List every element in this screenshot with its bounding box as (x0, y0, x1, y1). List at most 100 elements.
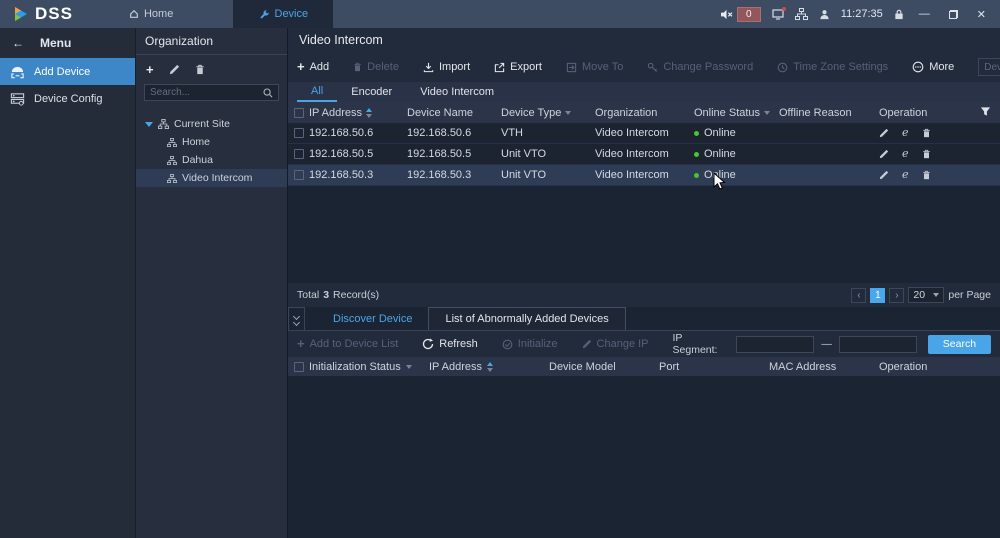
ip-segment-end-input[interactable] (839, 336, 917, 353)
tab-device-label: Device (275, 8, 309, 20)
web-config-icon[interactable]: e (902, 149, 909, 159)
row-checkbox[interactable] (294, 149, 304, 159)
search-icon[interactable] (263, 88, 273, 98)
col-offline-reason[interactable]: Offline Reason (779, 107, 879, 119)
select-all-checkbox[interactable] (294, 108, 304, 118)
row-checkbox[interactable] (294, 170, 304, 180)
cell-status: Online (694, 148, 779, 160)
mouse-cursor (713, 172, 726, 191)
delete-org-icon[interactable] (195, 64, 205, 75)
org-search-input[interactable] (150, 87, 263, 98)
delete-button[interactable]: Delete (353, 61, 399, 73)
col-initialization-status[interactable]: Initialization Status (309, 361, 429, 373)
filter-caret-icon[interactable] (764, 111, 770, 115)
table-row[interactable]: 192.168.50.6 192.168.50.6 VTH Video Inte… (288, 123, 1000, 144)
sort-icon[interactable] (487, 362, 493, 372)
event-monitor-icon[interactable] (772, 9, 784, 20)
expand-caret-icon[interactable] (145, 122, 153, 127)
col-online-status[interactable]: Online Status (694, 107, 779, 119)
edit-org-icon[interactable] (169, 64, 180, 75)
minimize-button[interactable]: — (915, 8, 934, 20)
tree-node-home[interactable]: Home (136, 133, 287, 151)
ip-segment-start-input[interactable] (736, 336, 814, 353)
col-operation[interactable]: Operation (879, 361, 1000, 373)
collapse-panel-button[interactable] (288, 307, 305, 330)
edit-icon[interactable] (879, 149, 889, 159)
mute-indicator[interactable]: 0 (720, 7, 761, 22)
tree-node-dahua[interactable]: Dahua (136, 151, 287, 169)
close-button[interactable]: ✕ (973, 8, 990, 21)
col-organization[interactable]: Organization (595, 107, 694, 119)
restore-button[interactable] (945, 10, 962, 19)
col-ip-address[interactable]: IP Address (429, 361, 549, 373)
tab-home[interactable]: Home (115, 0, 187, 28)
import-button[interactable]: Import (423, 61, 470, 73)
device-search-input[interactable] (984, 62, 1000, 73)
add-button[interactable]: + Add (297, 61, 329, 73)
tree-node-video-intercom[interactable]: Video Intercom (136, 169, 287, 187)
tree-node-current-site[interactable]: Current Site (136, 115, 287, 133)
initialize-button[interactable]: Initialize (502, 338, 558, 350)
add-label: Add (310, 61, 330, 73)
page-size-select[interactable]: 20 (908, 287, 944, 303)
select-all-checkbox[interactable] (294, 362, 304, 372)
col-device-type[interactable]: Device Type (501, 107, 595, 119)
col-device-name[interactable]: Device Name (407, 107, 501, 119)
tab-encoder[interactable]: Encoder (337, 82, 406, 102)
sitemap-icon[interactable] (795, 8, 808, 20)
current-page-button[interactable]: 1 (870, 288, 885, 303)
prev-page-button[interactable]: ‹ (851, 288, 866, 303)
row-checkbox[interactable] (294, 128, 304, 138)
change-ip-button[interactable]: Change IP (582, 338, 649, 350)
web-config-icon[interactable]: e (902, 170, 909, 180)
delete-icon[interactable] (922, 128, 931, 138)
change-password-button[interactable]: Change Password (647, 61, 753, 73)
filter-funnel-icon[interactable] (980, 106, 991, 117)
move-to-icon (566, 62, 577, 73)
col-label: MAC Address (769, 361, 836, 373)
delete-icon[interactable] (922, 149, 931, 159)
refresh-button[interactable]: Refresh (422, 338, 478, 350)
edit-icon[interactable] (879, 170, 889, 180)
back-icon[interactable]: ← (12, 36, 24, 50)
title-bar: DSS Home Device 0 (0, 0, 1000, 28)
sidebar-item-device-config[interactable]: Device Config (0, 85, 135, 112)
cell-status: Online (694, 127, 779, 139)
time-zone-button[interactable]: Time Zone Settings (777, 61, 888, 73)
edit-icon[interactable] (879, 128, 889, 138)
add-to-device-list-button[interactable]: + Add to Device List (297, 338, 398, 350)
table-row[interactable]: 192.168.50.5 192.168.50.5 Unit VTO Video… (288, 144, 1000, 165)
initialize-label: Initialize (518, 338, 558, 350)
sort-icon[interactable] (366, 108, 372, 118)
col-label: Online Status (694, 107, 760, 119)
dss-logo: DSS (0, 0, 85, 28)
nav-sidebar: ← Menu Add Device Device Config (0, 28, 135, 538)
add-org-icon[interactable]: + (146, 65, 154, 75)
user-icon[interactable] (819, 9, 830, 20)
lock-icon[interactable] (894, 9, 904, 20)
page-title: Video Intercom (288, 28, 1000, 52)
ip-search-button[interactable]: Search (928, 335, 991, 354)
col-device-model[interactable]: Device Model (549, 361, 659, 373)
move-to-button[interactable]: Move To (566, 61, 623, 73)
filter-caret-icon[interactable] (406, 365, 412, 369)
tab-video-intercom[interactable]: Video Intercom (406, 82, 508, 102)
table-row[interactable]: 192.168.50.3 192.168.50.3 Unit VTO Video… (288, 165, 1000, 186)
export-button[interactable]: Export (494, 61, 542, 73)
import-icon (423, 62, 434, 73)
restore-icon (949, 10, 958, 19)
tab-discover-device[interactable]: Discover Device (317, 307, 428, 330)
filter-caret-icon[interactable] (565, 111, 571, 115)
col-ip-address[interactable]: IP Address (309, 107, 407, 119)
tab-device[interactable]: Device (233, 0, 333, 28)
delete-icon[interactable] (922, 170, 931, 180)
col-port[interactable]: Port (659, 361, 769, 373)
time-zone-label: Time Zone Settings (793, 61, 888, 73)
next-page-button[interactable]: › (889, 288, 904, 303)
sidebar-item-add-device[interactable]: Add Device (0, 58, 135, 85)
col-mac-address[interactable]: MAC Address (769, 361, 879, 373)
web-config-icon[interactable]: e (902, 128, 909, 138)
more-button[interactable]: More (912, 61, 954, 73)
tab-abnormal-devices[interactable]: List of Abnormally Added Devices (428, 307, 625, 330)
tab-all[interactable]: All (297, 82, 337, 102)
